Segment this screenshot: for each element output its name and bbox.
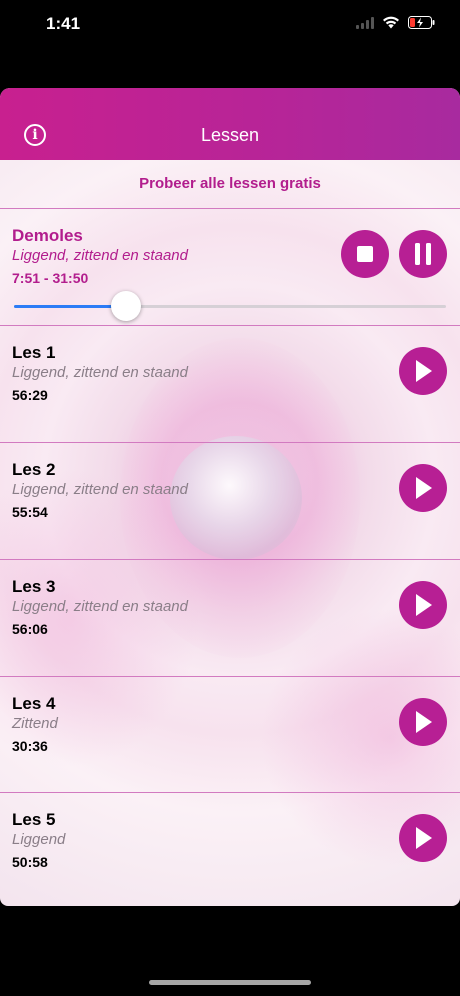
- navigation-bar: i Lessen: [0, 88, 460, 160]
- lesson-duration: 56:06: [12, 621, 48, 637]
- lesson-row[interactable]: Les 2 Liggend, zittend en staand 55:54: [0, 442, 460, 559]
- play-button[interactable]: [399, 814, 447, 862]
- lesson-row[interactable]: Les 4 Zittend 30:36: [0, 676, 460, 792]
- play-button[interactable]: [399, 581, 447, 629]
- status-icons: [356, 16, 436, 29]
- stop-button[interactable]: [341, 230, 389, 278]
- lesson-subtitle: Zittend: [12, 715, 58, 732]
- page-title: Lessen: [200, 125, 260, 145]
- status-time: 1:41: [46, 14, 81, 33]
- lesson-duration: 50:58: [12, 854, 48, 870]
- lesson-duration: 30:36: [12, 738, 48, 754]
- lesson-subtitle: Liggend, zittend en staand: [12, 598, 188, 615]
- home-indicator[interactable]: [149, 980, 311, 985]
- stop-icon: [357, 246, 373, 262]
- play-icon: [416, 594, 432, 616]
- pause-button[interactable]: [399, 230, 447, 278]
- play-icon: [416, 360, 432, 382]
- play-icon: [416, 477, 432, 499]
- lesson-title: Les 5: [12, 810, 56, 829]
- try-all-lessons-free-link[interactable]: Probeer alle lessen gratis: [0, 160, 460, 208]
- progress-slider-thumb[interactable]: [111, 291, 142, 321]
- lesson-row[interactable]: Les 1 Liggend, zittend en staand 56:29: [0, 325, 460, 442]
- lesson-title: Demoles: [12, 226, 83, 245]
- lesson-row[interactable]: Les 3 Liggend, zittend en staand 56:06: [0, 559, 460, 676]
- lesson-title: Les 2: [12, 460, 56, 479]
- play-icon: [416, 711, 432, 733]
- lesson-duration: 56:29: [12, 387, 48, 403]
- status-bar: 1:41: [0, 0, 460, 50]
- lesson-subtitle: Liggend, zittend en staand: [12, 481, 188, 498]
- play-button[interactable]: [399, 698, 447, 746]
- demo-lesson-row[interactable]: Demoles Liggend, zittend en staand 7:51 …: [0, 208, 460, 325]
- lesson-title: Les 1: [12, 343, 56, 362]
- playback-time-range: 7:51 - 31:50: [12, 270, 89, 286]
- lesson-subtitle: Liggend, zittend en staand: [12, 247, 188, 264]
- lesson-subtitle: Liggend, zittend en staand: [12, 364, 188, 381]
- pause-icon: [415, 243, 431, 265]
- play-button[interactable]: [399, 347, 447, 395]
- play-button[interactable]: [399, 464, 447, 512]
- progress-slider[interactable]: [14, 291, 446, 321]
- lesson-row[interactable]: Les 5 Liggend 50:58: [0, 792, 460, 906]
- play-icon: [416, 827, 432, 849]
- lesson-title: Les 3: [12, 577, 56, 596]
- lesson-subtitle: Liggend: [12, 831, 66, 848]
- wifi-icon: [383, 16, 399, 29]
- lesson-title: Les 4: [12, 694, 56, 713]
- battery-charging-icon: [408, 16, 435, 29]
- progress-slider-fill: [14, 305, 127, 308]
- signal-icon: [356, 16, 374, 29]
- lessons-sheet: i Lessen Probeer alle lessen gratis Demo…: [0, 88, 460, 906]
- lesson-duration: 55:54: [12, 504, 48, 520]
